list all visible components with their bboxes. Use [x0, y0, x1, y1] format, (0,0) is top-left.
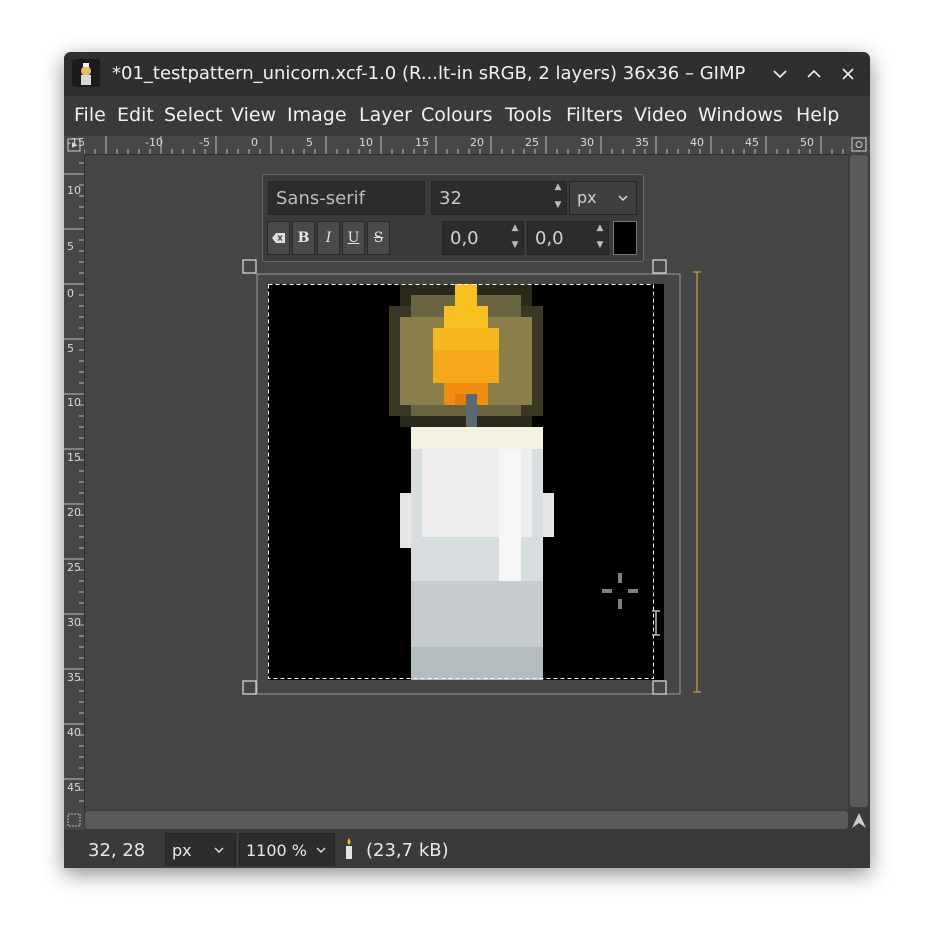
spin-down-icon[interactable]: ▼: [507, 240, 523, 250]
ruler-label: 0: [251, 136, 258, 149]
crosshair-cursor-icon: [602, 573, 638, 609]
zoom-select[interactable]: 1100 %: [239, 833, 335, 866]
ruler-label: 5: [306, 136, 313, 149]
italic-button[interactable]: I: [317, 221, 340, 255]
font-unit-value: px: [577, 188, 597, 207]
unit-value: px: [172, 841, 192, 860]
image-layer[interactable]: [268, 284, 664, 680]
ruler-label: -15: [67, 136, 85, 149]
image-info: (23,7 kB): [366, 840, 449, 861]
grid-icon: [67, 813, 81, 827]
bold-button[interactable]: B: [292, 221, 315, 255]
ruler-label: 50: [800, 136, 814, 149]
title-bar: *01_testpattern_unicorn.xcf-1.0 (R...lt-…: [64, 52, 870, 96]
ruler-label: 10: [359, 136, 373, 149]
unit-select[interactable]: px: [165, 833, 236, 866]
toggle-rulers-button[interactable]: [64, 810, 84, 830]
text-style-editor: Sans-serif 32 ▲ ▼ px B I U S 0,0 ▲ ▼ 0,0…: [262, 174, 644, 262]
candle-icon: [346, 838, 352, 859]
ruler-label: 30: [67, 616, 81, 629]
chevron-down-icon: [618, 195, 628, 201]
close-icon: [842, 68, 854, 80]
close-button[interactable]: [835, 61, 861, 87]
gimp-app-icon: [72, 59, 100, 87]
navigate-arrow-icon: [852, 813, 866, 828]
navigate-button[interactable]: [848, 136, 870, 154]
menu-help[interactable]: Help: [796, 104, 839, 126]
navigate-icon: [851, 137, 867, 152]
chevron-down-icon: [316, 847, 326, 853]
ruler-label: 5: [67, 342, 74, 355]
menu-bar: File Edit Select View Image Layer Colour…: [64, 96, 870, 136]
strikethrough-button[interactable]: S: [367, 221, 390, 255]
menu-windows[interactable]: Windows: [698, 104, 783, 126]
vertical-scrollbar[interactable]: [850, 155, 868, 807]
ruler-label: 25: [525, 136, 539, 149]
gimp-window: *01_testpattern_unicorn.xcf-1.0 (R...lt-…: [64, 52, 870, 868]
spin-down-icon[interactable]: ▼: [592, 240, 608, 250]
menu-video[interactable]: Video: [634, 104, 687, 126]
ruler-label: 25: [67, 561, 81, 574]
menu-select[interactable]: Select: [164, 104, 223, 126]
font-unit-select[interactable]: px: [569, 181, 637, 215]
window-title: *01_testpattern_unicorn.xcf-1.0 (R...lt-…: [112, 63, 746, 84]
vertical-ruler[interactable]: 10 5 0 5 10 15 20 25 30 35 40 45: [64, 154, 85, 810]
chevron-up-icon: [807, 69, 821, 78]
ruler-label: 45: [745, 136, 759, 149]
font-input[interactable]: Sans-serif: [268, 181, 425, 215]
clear-style-button[interactable]: [267, 221, 290, 255]
horizontal-ruler[interactable]: -15 -10 -5 0 5 10 15 20 25 30 35 40 45 5…: [67, 136, 848, 155]
horizontal-scrollbar[interactable]: [85, 811, 848, 829]
zoom-value: 1100 %: [246, 841, 308, 860]
ruler-label: 20: [67, 506, 81, 519]
menu-colours[interactable]: Colours: [421, 104, 493, 126]
menu-image[interactable]: Image: [287, 104, 347, 126]
ruler-label: 40: [690, 136, 704, 149]
font-size-input[interactable]: 32: [431, 181, 567, 215]
menu-view[interactable]: View: [231, 104, 276, 126]
spin-down-icon[interactable]: ▼: [550, 200, 566, 210]
underline-button[interactable]: U: [342, 221, 365, 255]
chevron-down-icon: [773, 70, 787, 79]
ruler-label: 40: [67, 726, 81, 739]
ruler-label: 35: [635, 136, 649, 149]
ruler-label: 0: [67, 287, 74, 300]
ruler-label: -10: [145, 136, 163, 149]
ruler-label: 10: [67, 396, 81, 409]
maximize-button[interactable]: [801, 61, 827, 87]
menu-tools[interactable]: Tools: [505, 104, 552, 126]
ruler-label: -5: [199, 136, 210, 149]
status-bar: 32, 28 px 1100 % (23,7 kB): [64, 830, 870, 868]
ruler-label: 5: [67, 240, 74, 253]
menu-edit[interactable]: Edit: [117, 104, 154, 126]
image-canvas[interactable]: Sans-serif 32 ▲ ▼ px B I U S 0,0 ▲ ▼ 0,0…: [85, 155, 848, 810]
chevron-down-icon: [214, 847, 224, 853]
navigate-corner-button[interactable]: [848, 810, 870, 832]
menu-layer[interactable]: Layer: [359, 104, 412, 126]
ruler-label: 10: [67, 184, 81, 197]
text-cursor-icon: [652, 610, 660, 636]
ruler-label: 15: [415, 136, 429, 149]
minimize-button[interactable]: [767, 61, 793, 87]
menu-filters[interactable]: Filters: [566, 104, 623, 126]
menu-file[interactable]: File: [74, 104, 106, 126]
ruler-label: 15: [67, 451, 81, 464]
ruler-label: 35: [67, 671, 81, 684]
ruler-label: 45: [67, 781, 81, 794]
ruler-label: 20: [470, 136, 484, 149]
ruler-label: 30: [580, 136, 594, 149]
guide-line: [693, 271, 701, 693]
spin-up-icon[interactable]: ▲: [507, 223, 523, 233]
pointer-coordinates: 32, 28: [88, 840, 146, 861]
spin-up-icon[interactable]: ▲: [592, 223, 608, 233]
spin-up-icon[interactable]: ▲: [550, 182, 566, 192]
selection-marquee: [268, 284, 654, 679]
backspace-icon: [272, 233, 285, 243]
text-color-swatch[interactable]: [613, 221, 637, 255]
